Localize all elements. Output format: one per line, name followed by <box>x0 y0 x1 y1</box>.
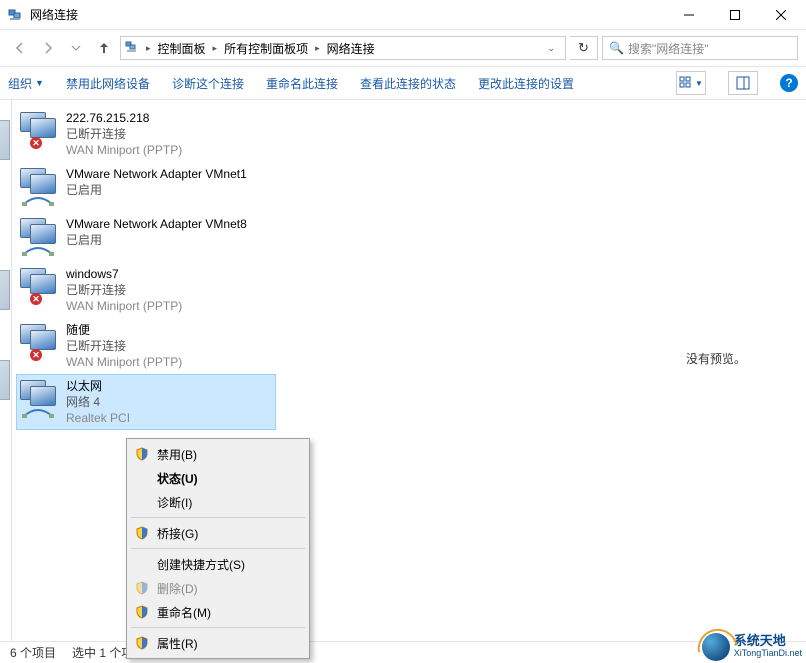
refresh-button[interactable]: ↻ <box>570 36 598 60</box>
connection-status: 已断开连接 <box>66 338 182 354</box>
recent-dropdown[interactable] <box>64 36 88 60</box>
window-controls <box>666 0 804 30</box>
chevron-right-icon[interactable]: ▸ <box>312 43 323 54</box>
close-button[interactable] <box>758 0 804 30</box>
connection-name: VMware Network Adapter VMnet1 <box>66 166 247 182</box>
window-icon <box>8 7 24 23</box>
connection-device: Realtek PCI <box>66 410 130 426</box>
globe-icon <box>702 633 730 661</box>
content-area: ✕ 222.76.215.218 已断开连接 WAN Miniport (PPT… <box>0 100 806 641</box>
forward-button[interactable] <box>36 36 60 60</box>
network-icon <box>18 378 60 420</box>
watermark: 系统天地 XiTongTianDi.net <box>702 633 802 661</box>
connection-item[interactable]: ✕ windows7 已断开连接 WAN Miniport (PPTP) <box>16 262 276 318</box>
network-icon <box>18 216 60 258</box>
chevron-right-icon[interactable]: ▸ <box>143 43 154 54</box>
network-icon: ✕ <box>18 322 60 364</box>
diagnose-button[interactable]: 诊断这个连接 <box>172 75 244 92</box>
change-settings-button[interactable]: 更改此连接的设置 <box>478 75 574 92</box>
connection-item[interactable]: ✕ 随便 已断开连接 WAN Miniport (PPTP) <box>16 318 276 374</box>
connection-name: windows7 <box>66 266 182 282</box>
back-button[interactable] <box>8 36 32 60</box>
network-icon: ✕ <box>18 110 60 152</box>
shield-icon <box>135 526 149 540</box>
menu-diagnose[interactable]: 诊断(I) <box>129 490 307 514</box>
menu-delete: 删除(D) <box>129 576 307 600</box>
titlebar: 网络连接 <box>0 0 806 30</box>
item-count: 6 个项目 <box>10 644 56 661</box>
nav-pane-collapsed[interactable] <box>0 100 12 641</box>
path-dropdown-icon[interactable]: ⌄ <box>541 43 561 54</box>
menu-status[interactable]: 状态(U) <box>129 466 307 490</box>
network-icon: ✕ <box>18 266 60 308</box>
preview-pane-button[interactable] <box>728 71 758 95</box>
organize-menu[interactable]: 组织▼ <box>8 75 44 92</box>
up-button[interactable] <box>92 36 116 60</box>
watermark-url: XiTongTianDi.net <box>734 647 802 659</box>
connection-name: 222.76.215.218 <box>66 110 182 126</box>
connection-status: 网络 4 <box>66 394 130 410</box>
connection-device: WAN Miniport (PPTP) <box>66 142 182 158</box>
search-input[interactable]: 🔍 搜索"网络连接" <box>602 36 798 60</box>
network-icon <box>18 166 60 208</box>
location-icon <box>125 39 141 58</box>
connection-item[interactable]: VMware Network Adapter VMnet1 已启用 <box>16 162 276 212</box>
connection-status: 已启用 <box>66 232 247 248</box>
menu-separator <box>131 517 305 518</box>
shield-icon <box>135 636 149 650</box>
shield-icon <box>135 447 149 461</box>
menu-separator <box>131 627 305 628</box>
connection-status: 已启用 <box>66 182 247 198</box>
menu-bridge[interactable]: 桥接(G) <box>129 521 307 545</box>
menu-properties[interactable]: 属性(R) <box>129 631 307 655</box>
breadcrumb[interactable]: ▸ 控制面板 ▸ 所有控制面板项 ▸ 网络连接 ⌄ <box>120 36 566 60</box>
connection-item[interactable]: ✕ 222.76.215.218 已断开连接 WAN Miniport (PPT… <box>16 106 276 162</box>
view-options-button[interactable]: ▼ <box>676 71 706 95</box>
breadcrumb-seg-2[interactable]: 所有控制面板项 <box>222 40 310 57</box>
connection-item-selected[interactable]: 以太网 网络 4 Realtek PCI <box>16 374 276 430</box>
breadcrumb-seg-1[interactable]: 控制面板 <box>156 40 208 57</box>
search-icon: 🔍 <box>609 41 624 55</box>
help-button[interactable]: ? <box>780 74 798 92</box>
window-title: 网络连接 <box>30 6 666 23</box>
status-bar: 6 个项目 选中 1 个项目 <box>0 641 806 663</box>
connection-device: WAN Miniport (PPTP) <box>66 354 182 370</box>
maximize-button[interactable] <box>712 0 758 30</box>
menu-disable[interactable]: 禁用(B) <box>129 442 307 466</box>
connection-name: VMware Network Adapter VMnet8 <box>66 216 247 232</box>
connection-status: 已断开连接 <box>66 126 182 142</box>
connection-item[interactable]: VMware Network Adapter VMnet8 已启用 <box>16 212 276 262</box>
connection-name: 随便 <box>66 322 182 338</box>
breadcrumb-seg-3[interactable]: 网络连接 <box>325 40 377 57</box>
rename-button[interactable]: 重命名此连接 <box>266 75 338 92</box>
connection-name: 以太网 <box>66 378 130 394</box>
connection-status: 已断开连接 <box>66 282 182 298</box>
context-menu: 禁用(B) 状态(U) 诊断(I) 桥接(G) 创建快捷方式(S) 删除(D) … <box>126 438 310 659</box>
menu-rename[interactable]: 重命名(M) <box>129 600 307 624</box>
connection-device: WAN Miniport (PPTP) <box>66 298 182 314</box>
address-bar: ▸ 控制面板 ▸ 所有控制面板项 ▸ 网络连接 ⌄ ↻ 🔍 搜索"网络连接" <box>0 30 806 66</box>
shield-icon <box>135 581 149 595</box>
preview-pane-text: 没有预览。 <box>686 350 746 367</box>
chevron-right-icon[interactable]: ▸ <box>210 43 221 54</box>
menu-create-shortcut[interactable]: 创建快捷方式(S) <box>129 552 307 576</box>
command-bar: 组织▼ 禁用此网络设备 诊断这个连接 重命名此连接 查看此连接的状态 更改此连接… <box>0 66 806 100</box>
view-status-button[interactable]: 查看此连接的状态 <box>360 75 456 92</box>
search-placeholder: 搜索"网络连接" <box>628 40 709 57</box>
shield-icon <box>135 605 149 619</box>
menu-separator <box>131 548 305 549</box>
minimize-button[interactable] <box>666 0 712 30</box>
disable-device-button[interactable]: 禁用此网络设备 <box>66 75 150 92</box>
watermark-title: 系统天地 <box>734 635 802 647</box>
